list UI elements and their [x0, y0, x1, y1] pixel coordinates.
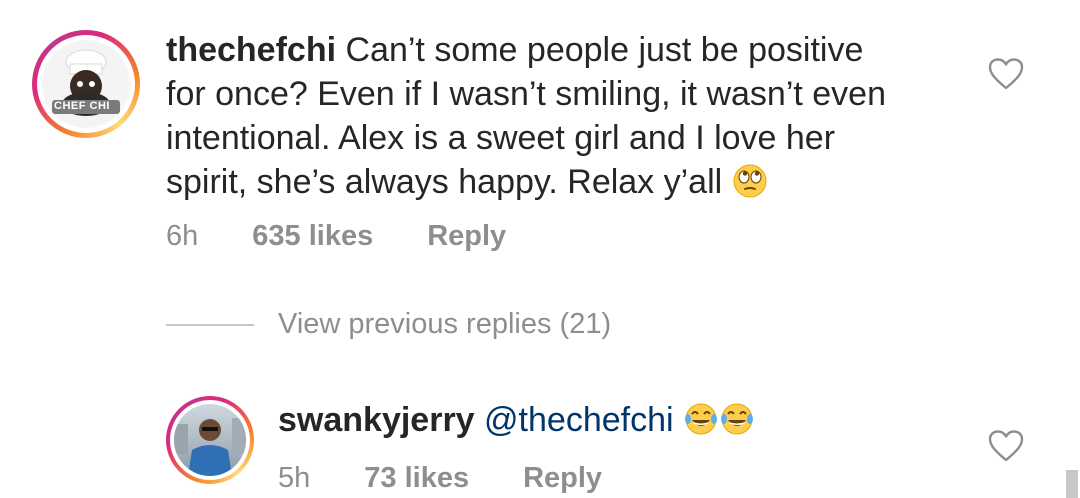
- comment-body: swankyjerry @thechefchi: [278, 398, 978, 448]
- avatar-swankyjerry[interactable]: [174, 404, 246, 476]
- comment-username[interactable]: swankyjerry: [278, 401, 475, 439]
- reply-button[interactable]: Reply: [427, 220, 506, 253]
- comment-text-line: for once? Even if I wasn’t smiling, it w…: [166, 75, 886, 113]
- replies-divider: [166, 324, 254, 326]
- likes-count[interactable]: 73 likes: [364, 462, 469, 495]
- comment-text-line: intentional. Alex is a sweet girl and I …: [166, 119, 836, 157]
- likes-count[interactable]: 635 likes: [252, 220, 373, 253]
- person-avatar-icon: [174, 418, 246, 476]
- avatar-thechefchi[interactable]: CHEF CHI: [42, 40, 130, 128]
- comment-time: 5h: [278, 461, 311, 494]
- comment-thechefchi: CHEF CHI thechefchi Can’t some people ju…: [0, 0, 1080, 280]
- scrollbar-thumb[interactable]: [1066, 470, 1078, 498]
- chef-avatar-icon: [52, 49, 120, 116]
- mention-link[interactable]: @thechefchi: [484, 401, 674, 439]
- tears-of-joy-emoji-icon: [683, 401, 755, 448]
- heart-outline-icon[interactable]: [988, 58, 1024, 90]
- comment-text-line: spirit, she’s always happy. Relax y’all: [166, 163, 723, 201]
- rolling-eyes-emoji-icon: [732, 163, 768, 210]
- comment-meta: 6h 635 likes Reply: [166, 218, 506, 254]
- comment-swankyjerry: swankyjerry @thechefchi 5h 73 likes Repl…: [0, 380, 1080, 498]
- comment-username[interactable]: thechefchi: [166, 31, 336, 69]
- comment-time: 6h: [166, 219, 199, 252]
- avatar-label: CHEF CHI: [54, 100, 110, 112]
- view-previous-replies-link[interactable]: View previous replies (21): [278, 308, 611, 341]
- comment-body: thechefchi Can’t some people just be pos…: [166, 28, 986, 210]
- reply-button[interactable]: Reply: [523, 462, 602, 495]
- heart-outline-icon[interactable]: [988, 430, 1024, 462]
- comment-text-line: Can’t some people just be positive: [345, 31, 864, 69]
- comment-meta: 5h 73 likes Reply: [278, 460, 602, 496]
